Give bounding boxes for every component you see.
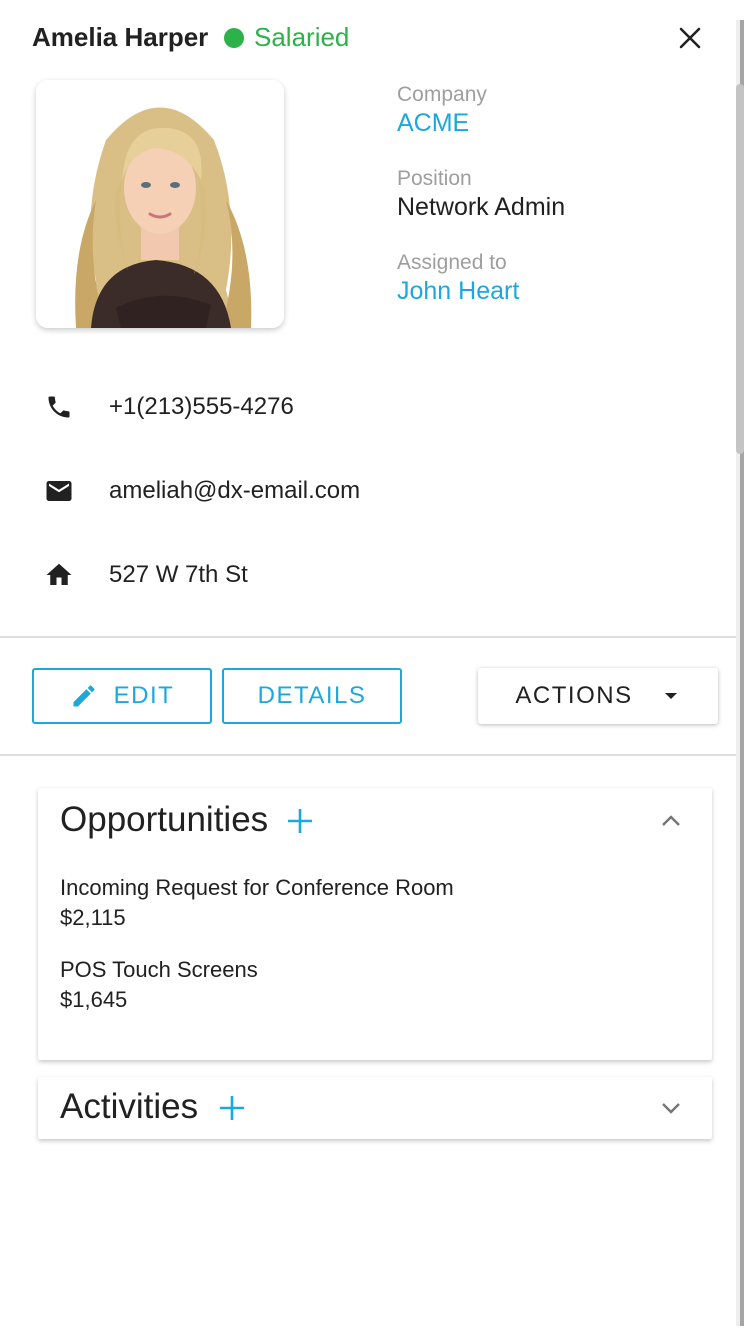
chevron-down-icon (662, 1103, 680, 1114)
opportunities-panel: Opportunities Incoming Request for Confe… (38, 788, 712, 1060)
email-row[interactable]: ameliah@dx-email.com (44, 471, 360, 511)
details-button[interactable]: DETAILS (222, 668, 402, 724)
opportunity-name: POS Touch Screens (60, 957, 258, 982)
edit-button[interactable]: EDIT (32, 668, 212, 724)
add-activity-button[interactable] (218, 1087, 246, 1130)
opportunities-title: Opportunities (60, 800, 269, 839)
plus-icon (288, 809, 312, 833)
expand-activities-button[interactable] (658, 1095, 684, 1121)
collapse-opportunities-button[interactable] (658, 808, 684, 834)
actions-button-label: ACTIONS (515, 682, 633, 709)
position-field: Position Network Admin (397, 166, 565, 222)
close-icon (679, 27, 701, 49)
home-icon (44, 560, 74, 590)
opportunity-amount: $2,115 (60, 905, 126, 930)
position-value: Network Admin (397, 193, 566, 221)
edit-button-label: EDIT (113, 682, 175, 709)
phone-number: +1(213)555-4276 (109, 393, 294, 420)
assigned-field: Assigned to John Heart (397, 250, 519, 306)
pencil-icon (73, 685, 95, 707)
email-address: ameliah@dx-email.com (109, 477, 361, 504)
contact-photo-image (36, 80, 284, 328)
add-opportunity-button[interactable] (286, 800, 314, 843)
assigned-link[interactable]: John Heart (397, 276, 519, 306)
activities-title: Activities (60, 1087, 199, 1126)
scrollbar-thumb[interactable] (736, 84, 744, 454)
divider-bottom (0, 754, 738, 756)
position-label: Position (397, 167, 472, 190)
header: Amelia Harper Salaried (0, 0, 750, 76)
opportunity-name: Incoming Request for Conference Room (60, 875, 454, 900)
plus-icon (220, 1096, 244, 1120)
address-row[interactable]: 527 W 7th St (44, 555, 248, 595)
divider-top (0, 636, 738, 638)
contact-photo (36, 80, 284, 328)
status-badge: Salaried (224, 22, 349, 53)
activities-panel: Activities (38, 1077, 712, 1139)
actions-dropdown-button[interactable]: ACTIONS (478, 668, 718, 724)
phone-icon (44, 392, 74, 422)
close-button[interactable] (676, 24, 704, 52)
details-button-label: DETAILS (257, 682, 367, 709)
phone-row[interactable]: +1(213)555-4276 (44, 387, 294, 427)
street-address: 527 W 7th St (109, 561, 248, 588)
company-label: Company (397, 83, 487, 106)
chevron-up-icon (662, 815, 680, 826)
opportunity-amount: $1,645 (60, 987, 128, 1012)
status-dot-icon (224, 27, 244, 48)
company-link[interactable]: ACME (397, 108, 487, 138)
status-label: Salaried (254, 22, 350, 52)
opportunity-item[interactable]: POS Touch Screens $1,645 (60, 955, 258, 1015)
email-icon (44, 476, 74, 506)
company-field: Company ACME (397, 82, 487, 138)
contact-name: Amelia Harper (32, 22, 209, 52)
caret-down-icon (664, 693, 677, 699)
assigned-label: Assigned to (397, 251, 507, 274)
opportunity-item[interactable]: Incoming Request for Conference Room $2,… (60, 873, 454, 933)
